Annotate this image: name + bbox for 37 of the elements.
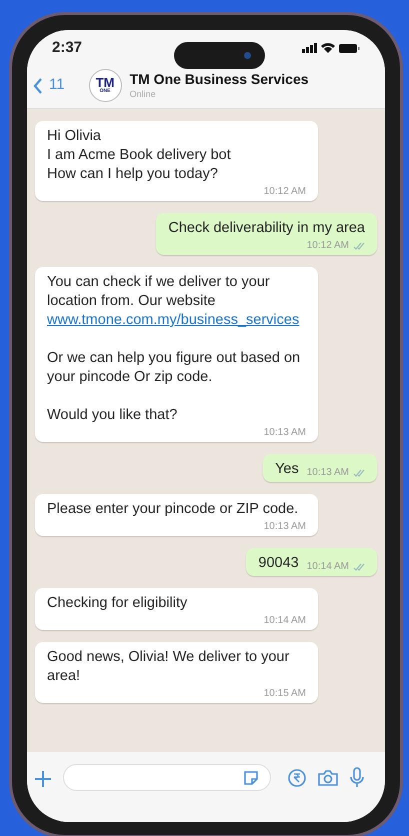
message-text: Would you like that? (47, 406, 178, 425)
microphone-icon[interactable] (349, 767, 365, 789)
message-text: Checking for eligibility (47, 594, 188, 613)
message-text: Hi Olivia (47, 127, 102, 146)
check-icon (353, 469, 365, 477)
website-link[interactable]: www.tmone.com.my/business_services (47, 311, 300, 330)
message-time: 10:13 AM (264, 521, 306, 533)
status-time: 2:37 (52, 38, 82, 58)
message-text: 90043 (258, 554, 299, 573)
rupee-payment-icon[interactable] (287, 768, 307, 788)
message-time: 10:13 AM (306, 467, 349, 479)
check-icon (353, 242, 365, 250)
message-time: 10:15 AM (264, 688, 306, 700)
message-time: 10:12 AM (264, 186, 306, 198)
message-text: Good news, Olivia! We deliver to your area! (47, 648, 290, 686)
message-text: How can I help you today? (47, 165, 219, 184)
message-text: Please enter your pincode or ZIP code. (47, 500, 300, 519)
message-time: 10:12 AM (306, 240, 349, 252)
sticker-icon[interactable] (242, 768, 260, 786)
back-chevron-icon (33, 78, 43, 94)
message-time: 10:14 AM (306, 561, 349, 573)
contact-name: TM One Business Services (130, 70, 309, 88)
status-icons (302, 42, 360, 54)
contact-status: Online (130, 88, 157, 101)
message-text: Yes (275, 460, 299, 479)
message-time: 10:14 AM (264, 615, 306, 627)
check-icon (353, 563, 365, 571)
avatar-logo-text: TM (96, 77, 114, 89)
back-button[interactable]: 11 (33, 74, 65, 97)
message-text: Check deliverability in my area (168, 219, 365, 238)
plus-icon[interactable] (33, 769, 53, 789)
camera-icon[interactable] (317, 768, 339, 788)
message-text: You can check if we deliver to your location from. Our website (47, 273, 271, 311)
message-text: Or we can help you figure out based on your pincode Or zip code. (47, 349, 302, 387)
message-input-field[interactable] (63, 764, 271, 791)
message-text: I am Acme Book delivery bot (47, 146, 232, 165)
message-time: 10:13 AM (264, 427, 306, 439)
